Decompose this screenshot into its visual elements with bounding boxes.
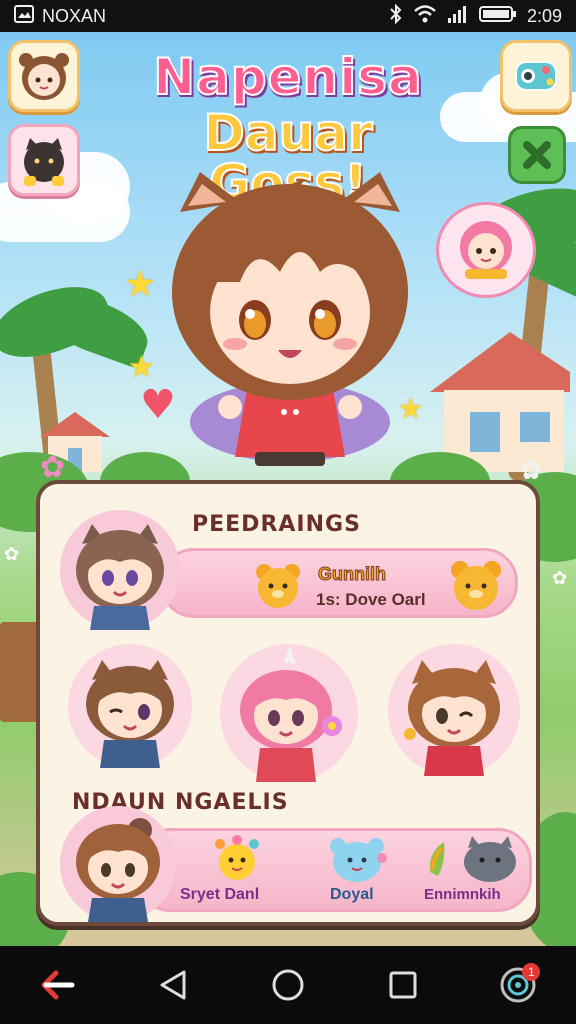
house bbox=[430, 332, 570, 472]
dark-cat-icon bbox=[24, 138, 64, 186]
featured-pet-subtitle: 1s: Dove Oarl bbox=[316, 590, 426, 609]
section-title-1: PEEDRAINGS bbox=[192, 512, 361, 537]
winking-girl-icon bbox=[86, 660, 174, 768]
battery-icon bbox=[478, 5, 517, 28]
orange-bear-icon bbox=[451, 561, 501, 610]
brown-girl-avatar-icon bbox=[76, 524, 164, 630]
yellow-sun-pet-icon bbox=[215, 835, 259, 880]
clock: 2:09 bbox=[526, 5, 562, 26]
home-button[interactable] bbox=[260, 957, 316, 1013]
flower-icon: ✿ bbox=[4, 544, 20, 565]
star-icon: ★ bbox=[128, 350, 155, 385]
back-button[interactable] bbox=[30, 957, 86, 1013]
navigation-bar: 1 bbox=[0, 946, 576, 1024]
screenshot-icon bbox=[14, 4, 34, 28]
gamepad-icon bbox=[515, 61, 557, 91]
chat-bubble-button[interactable] bbox=[436, 202, 536, 298]
bluetooth-icon bbox=[389, 3, 403, 29]
pink-girl-icon bbox=[460, 221, 512, 279]
featured-pet-name: Gunnilh bbox=[318, 564, 387, 585]
character-slot-1[interactable] bbox=[68, 644, 192, 768]
flower-icon: ✿ bbox=[552, 568, 568, 589]
bear-boy-avatar-icon bbox=[76, 818, 160, 922]
recents-square-icon bbox=[389, 971, 417, 999]
signal-icon bbox=[447, 5, 469, 28]
pet-2[interactable] bbox=[324, 832, 390, 884]
close-icon bbox=[523, 141, 551, 169]
home-circle-icon bbox=[272, 969, 304, 1001]
pet-3[interactable] bbox=[424, 832, 524, 884]
notification-button[interactable]: 1 bbox=[490, 957, 546, 1013]
star-icon: ★ bbox=[124, 264, 157, 305]
fox-girl-icon bbox=[404, 660, 500, 776]
triangle-back-icon bbox=[160, 970, 186, 1000]
avatar[interactable] bbox=[60, 806, 176, 922]
pet-2-name: Doyal bbox=[330, 886, 374, 903]
close-button[interactable] bbox=[508, 126, 566, 184]
pet-1-name: Sryet Danl bbox=[180, 886, 260, 903]
orange-bear-icon bbox=[256, 564, 300, 608]
recents-button[interactable] bbox=[375, 957, 431, 1013]
pet-avatar-button[interactable] bbox=[8, 124, 80, 196]
status-bar: NOXAN 2:09 bbox=[0, 0, 576, 32]
nav-back-button[interactable] bbox=[145, 957, 201, 1013]
pet-avatar bbox=[448, 558, 504, 614]
pink-unicorn-girl-icon bbox=[240, 646, 342, 782]
character-panel: PEEDRAINGS Gunnilh 1s: Dove Oarl NDAUN N… bbox=[36, 480, 540, 926]
wifi-icon bbox=[413, 4, 437, 28]
avatar[interactable] bbox=[60, 510, 180, 630]
profile-avatar-button[interactable] bbox=[8, 40, 80, 112]
game-scene: Napenisa Dauar Goss! ★ ★ ★ ♥ ✿ ✿ ✿ ✿ PEE… bbox=[0, 32, 576, 946]
blue-bear-pet-icon bbox=[330, 838, 387, 882]
pet-avatar bbox=[252, 560, 304, 612]
game-title-line1: Napenisa bbox=[152, 48, 423, 106]
carrier-label: NOXAN bbox=[42, 5, 107, 26]
wooden-bench bbox=[0, 622, 40, 722]
gray-cat-pet-icon bbox=[429, 836, 516, 882]
character-slot-2[interactable] bbox=[220, 644, 358, 782]
settings-button[interactable] bbox=[500, 40, 572, 112]
character-slot-3[interactable] bbox=[388, 644, 520, 776]
pet-3-name: Ennimnkih bbox=[424, 886, 501, 903]
main-character[interactable] bbox=[160, 172, 420, 482]
back-arrow-icon bbox=[41, 970, 75, 1000]
girl-avatar-icon bbox=[19, 53, 69, 100]
pet-1[interactable] bbox=[206, 834, 268, 884]
